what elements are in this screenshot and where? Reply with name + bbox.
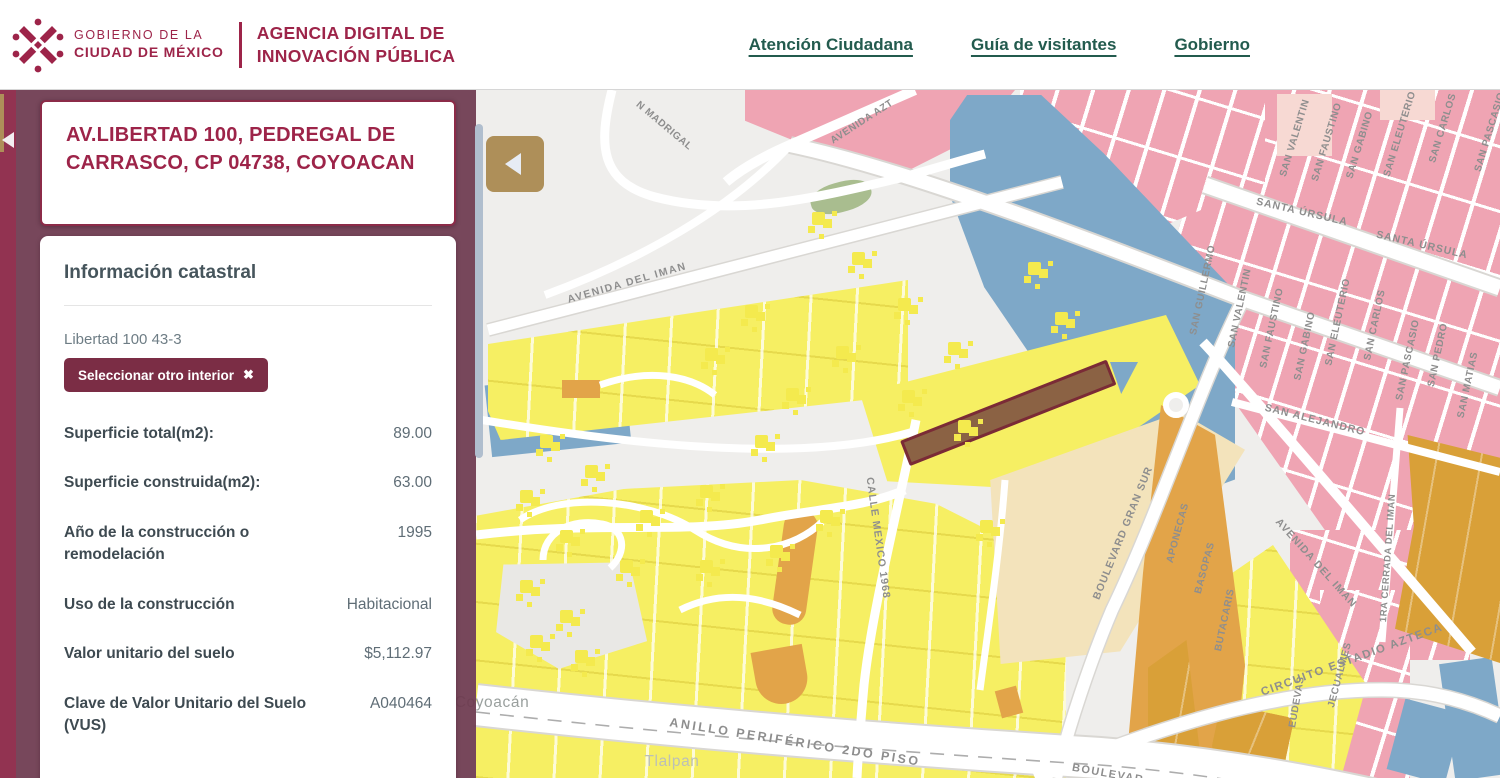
info-row-clave-vus: Clave de Valor Unitario del Suelo (VUS) … bbox=[64, 694, 432, 735]
info-row-superficie-construida: Superficie construida(m2): 63.00 bbox=[64, 474, 432, 492]
gov-wordmark-line1: GOBIERNO DE LA bbox=[74, 27, 204, 42]
sidebar-collapse-arrow-icon[interactable] bbox=[2, 132, 14, 148]
address-card: AV.LIBERTAD 100, PEDREGAL DE CARRASCO, C… bbox=[40, 100, 456, 226]
close-icon: ✖ bbox=[243, 367, 254, 382]
property-address: AV.LIBERTAD 100, PEDREGAL DE CARRASCO, C… bbox=[66, 124, 415, 175]
building-cluster bbox=[520, 580, 533, 593]
select-other-interior-label: Seleccionar otro interior bbox=[78, 367, 235, 383]
gov-wordmark-line2: CIUDAD DE MÉXICO bbox=[74, 43, 224, 60]
building-cluster bbox=[520, 490, 533, 503]
map-street-label: Tlalpan bbox=[644, 753, 700, 770]
building-cluster bbox=[705, 348, 718, 361]
nav-link-atencion[interactable]: Atención Ciudadana bbox=[749, 35, 913, 55]
divider bbox=[64, 305, 432, 306]
top-nav: Atención Ciudadana Guía de visitantes Go… bbox=[749, 35, 1250, 55]
cadastral-info-card: Información catastral Libertad 100 43-3 … bbox=[40, 236, 456, 778]
section-title: Información catastral bbox=[64, 262, 257, 283]
building-cluster bbox=[530, 635, 543, 648]
cadastral-rows: Superficie total(m2): 89.00 Superficie c… bbox=[64, 423, 432, 738]
building-cluster bbox=[560, 530, 573, 543]
building-cluster bbox=[585, 465, 598, 478]
map-collapse-button[interactable] bbox=[486, 136, 544, 192]
building-cluster bbox=[786, 388, 799, 401]
main-content: N MADRIGAL AVENIDA AZT AVENIDA DEL IMAN SAN… bbox=[0, 90, 1500, 778]
interior-id: Libertad 100 43-3 bbox=[64, 331, 182, 348]
building-cluster bbox=[1055, 312, 1068, 325]
app-header: GOBIERNO DE LA CIUDAD DE MÉXICO AGENCIA … bbox=[0, 0, 1500, 90]
info-row-valor-unitario: Valor unitario del suelo $5,112.97 bbox=[64, 645, 432, 663]
info-row-anio-construccion: Año de la construcción o remodelación 19… bbox=[64, 523, 432, 564]
building-cluster bbox=[812, 212, 825, 225]
building-cluster bbox=[620, 560, 633, 573]
building-cluster bbox=[560, 610, 573, 623]
building-cluster bbox=[700, 485, 713, 498]
building-cluster bbox=[540, 435, 553, 448]
building-cluster bbox=[745, 305, 758, 318]
sidebar-scrollbar[interactable] bbox=[475, 124, 483, 458]
agency-name-line2: INNOVACIÓN PÚBLICA bbox=[256, 45, 456, 66]
building-cluster bbox=[770, 545, 783, 558]
agency-name-line1: AGENCIA DIGITAL DE bbox=[256, 22, 445, 43]
chevron-left-icon bbox=[505, 153, 521, 175]
building-cluster bbox=[640, 510, 653, 523]
building-cluster bbox=[958, 420, 971, 433]
left-edge-panel bbox=[0, 90, 16, 778]
building-cluster bbox=[980, 520, 993, 533]
select-other-interior-button[interactable]: Seleccionar otro interior ✖ bbox=[64, 358, 268, 392]
building-cluster bbox=[755, 435, 768, 448]
cdmx-logo: GOBIERNO DE LA CIUDAD DE MÉXICO AGENCIA … bbox=[12, 17, 455, 73]
building-cluster bbox=[1028, 262, 1041, 275]
cdmx-logo-icon bbox=[12, 18, 64, 72]
building-cluster bbox=[575, 650, 588, 663]
info-row-uso-construccion: Uso de la construcción Habitacional bbox=[64, 595, 432, 613]
building-cluster bbox=[898, 298, 911, 311]
info-row-superficie-total: Superficie total(m2): 89.00 bbox=[64, 425, 432, 442]
building-cluster bbox=[820, 510, 833, 523]
building-cluster bbox=[948, 342, 961, 355]
building-cluster bbox=[852, 252, 865, 265]
building-cluster bbox=[902, 390, 915, 403]
building-cluster bbox=[836, 346, 849, 359]
nav-link-guia[interactable]: Guía de visitantes bbox=[971, 35, 1117, 55]
logo-divider bbox=[238, 21, 242, 68]
building-cluster bbox=[700, 560, 713, 573]
nav-link-gobierno[interactable]: Gobierno bbox=[1174, 35, 1250, 55]
